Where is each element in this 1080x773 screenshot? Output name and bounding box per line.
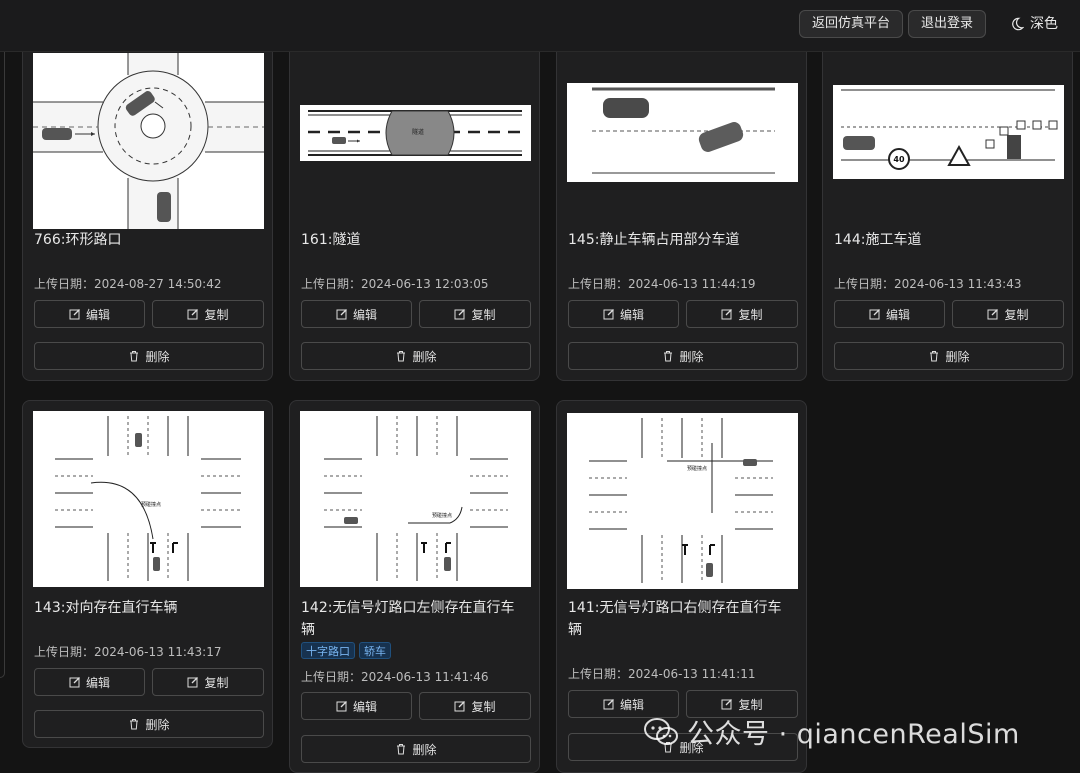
scenario-card[interactable]: 隧道 161:隧道 上传日期：2024-06-13 12:03:05 编辑 复制… — [289, 20, 540, 381]
trash-icon — [130, 719, 139, 730]
scenario-card[interactable]: 预碰撞点 143:对向存在直行车辆 上传日期：2024-06-13 11:43:… — [22, 400, 273, 748]
trash-icon — [664, 351, 673, 362]
scenario-thumbnail[interactable]: 隧道 — [300, 105, 531, 161]
scenario-title: 766:环形路口 — [34, 232, 122, 248]
upload-date: 上传日期：2024-06-13 12:03:05 — [301, 277, 489, 291]
edit-icon — [336, 309, 347, 320]
copy-icon — [187, 677, 199, 688]
edit-icon — [603, 699, 614, 710]
copy-icon — [454, 701, 466, 712]
scenario-title: 144:施工车道 — [834, 232, 922, 248]
scenario-title: 143:对向存在直行车辆 — [34, 600, 178, 616]
tag-sedan: 轿车 — [359, 642, 391, 659]
upload-date: 上传日期：2024-06-13 11:43:17 — [34, 645, 222, 659]
theme-label: 深色 — [1030, 16, 1058, 32]
scenario-thumbnail[interactable]: 预碰撞点 — [300, 411, 531, 587]
trash-icon — [930, 351, 939, 362]
upload-date: 上传日期：2024-08-27 14:50:42 — [34, 277, 222, 291]
delete-button[interactable]: 删除 — [34, 342, 264, 370]
scenario-card[interactable]: 766:环形路口 上传日期：2024-08-27 14:50:42 编辑 复制 … — [22, 20, 273, 381]
back-to-platform-button[interactable]: 返回仿真平台 — [799, 10, 904, 38]
edit-icon — [69, 677, 80, 688]
edit-icon — [603, 309, 614, 320]
trash-icon — [397, 351, 406, 362]
edit-icon — [69, 309, 80, 320]
moon-icon — [1012, 17, 1024, 31]
speed-limit-label: 40 — [893, 155, 905, 164]
edit-button[interactable]: 编辑 — [301, 692, 412, 720]
scenario-card[interactable]: 145:静止车辆占用部分车道 上传日期：2024-06-13 11:44:19 … — [556, 20, 807, 381]
delete-button[interactable]: 删除 — [834, 342, 1064, 370]
edit-button[interactable]: 编辑 — [834, 300, 945, 328]
scenario-title: 161:隧道 — [301, 232, 361, 248]
copy-button[interactable]: 复制 — [419, 692, 531, 720]
copy-button[interactable]: 复制 — [686, 300, 798, 328]
edit-icon — [869, 309, 880, 320]
scenario-title: 145:静止车辆占用部分车道 — [568, 232, 740, 248]
tunnel-label: 隧道 — [412, 128, 424, 136]
scenario-card[interactable]: 40 144:施工车道 上传日期：2024-06-13 11:43:43 编辑 … — [822, 20, 1073, 381]
copy-icon — [721, 699, 733, 710]
copy-icon — [187, 309, 199, 320]
copy-button[interactable]: 复制 — [152, 300, 264, 328]
delete-button[interactable]: 删除 — [34, 710, 264, 738]
conflict-point-label: 预碰撞点 — [432, 512, 452, 519]
delete-button[interactable]: 删除 — [568, 342, 798, 370]
upload-date: 上传日期：2024-06-13 11:43:43 — [834, 277, 1022, 291]
copy-button[interactable]: 复制 — [952, 300, 1064, 328]
copy-icon — [721, 309, 733, 320]
top-bar: 返回仿真平台 退出登录 深色 — [0, 0, 1080, 52]
upload-date: 上传日期：2024-06-13 11:41:11 — [568, 667, 756, 681]
upload-date: 上传日期：2024-06-13 11:41:46 — [301, 670, 489, 684]
logout-button[interactable]: 退出登录 — [908, 10, 987, 38]
delete-button[interactable]: 删除 — [301, 735, 531, 763]
upload-date: 上传日期：2024-06-13 11:44:19 — [568, 277, 756, 291]
edit-button[interactable]: 编辑 — [301, 300, 412, 328]
copy-icon — [454, 309, 466, 320]
delete-button[interactable]: 删除 — [301, 342, 531, 370]
scenario-thumbnail[interactable] — [567, 83, 798, 182]
scenario-title: 141:无信号灯路口右侧存在直行车辆 — [568, 600, 782, 638]
edit-button[interactable]: 编辑 — [568, 300, 679, 328]
scenario-thumbnail[interactable]: 预碰撞点 — [33, 411, 264, 587]
scenario-title: 142:无信号灯路口左侧存在直行车辆 — [301, 600, 515, 638]
trash-icon — [397, 744, 406, 755]
watermark-text: 公众号 · qiancenRealSim — [687, 719, 1020, 750]
wechat-icon — [644, 717, 678, 745]
copy-button[interactable]: 复制 — [419, 300, 531, 328]
copy-icon — [987, 309, 999, 320]
scenario-card[interactable]: 预碰撞点 142:无信号灯路口左侧存在直行车辆 十字路口 轿车 上传日期：202… — [289, 400, 540, 773]
scenario-thumbnail[interactable]: 预碰撞点 — [567, 413, 798, 589]
copy-button[interactable]: 复制 — [152, 668, 264, 696]
edit-icon — [336, 701, 347, 712]
watermark: 公众号 · qiancenRealSim — [643, 712, 1020, 751]
conflict-point-label: 预碰撞点 — [141, 501, 161, 508]
trash-icon — [130, 351, 139, 362]
scenario-thumbnail[interactable] — [33, 53, 264, 229]
edit-button[interactable]: 编辑 — [34, 300, 145, 328]
scenario-thumbnail[interactable]: 40 — [833, 85, 1064, 179]
edit-button[interactable]: 编辑 — [34, 668, 145, 696]
sidebar-edge — [0, 52, 5, 678]
theme-toggle[interactable]: 深色 — [1010, 10, 1058, 38]
tag-intersection: 十字路口 — [301, 642, 355, 659]
conflict-point-label: 预碰撞点 — [687, 465, 707, 472]
